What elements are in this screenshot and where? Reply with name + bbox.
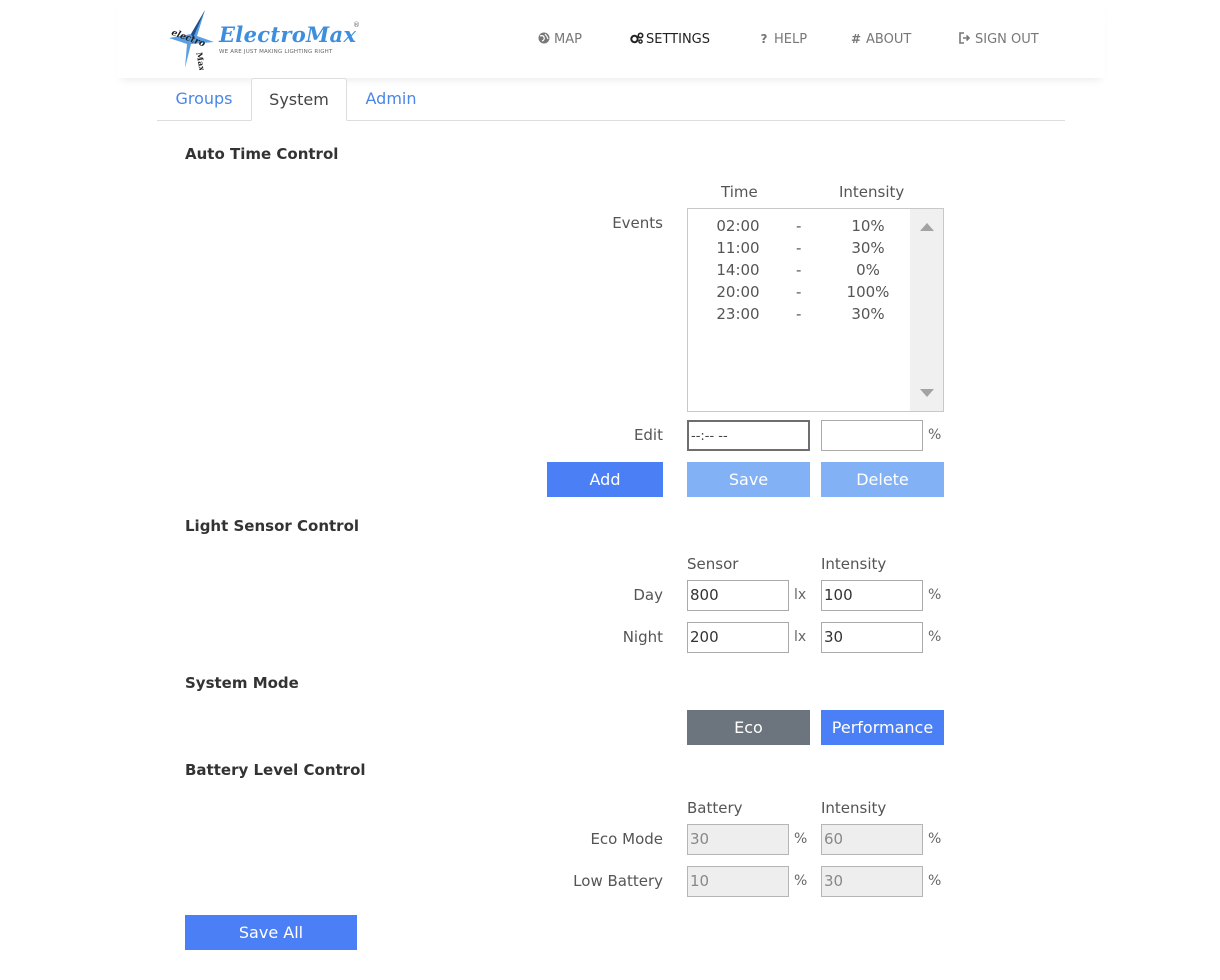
nav-map-label: MAP [554,31,582,47]
performance-mode-button[interactable]: Performance [821,710,944,745]
night-intensity-input[interactable]: 30 [821,622,923,653]
nav-sign-out-label: SIGN OUT [975,31,1039,47]
edit-time-input[interactable]: --:-- -- [687,420,810,451]
event-separator: - [796,305,802,323]
delete-event-button[interactable]: Delete [821,462,944,497]
save-event-button[interactable]: Save [687,462,810,497]
event-row[interactable]: 02:00 - 10% [688,217,910,239]
event-row[interactable]: 14:00 - 0% [688,261,910,283]
night-label: Night [622,628,663,646]
top-navbar: electro Max ElectroMax ® WE ARE JUST MAK… [117,0,1105,78]
event-intensity: 100% [846,283,890,301]
low-battery-label: Low Battery [573,872,663,890]
svg-text:Max: Max [194,51,207,70]
events-list: 02:00 - 10% 11:00 - 30% 14:00 - 0% 20:00 - 100% 23:0… [688,217,910,327]
settings-tabs: Groups System Admin [157,78,1065,121]
event-intensity: 30% [851,239,885,257]
nav-settings-label: SETTINGS [646,31,711,47]
battery-intensity-column-header: Intensity [821,799,887,817]
nav-about[interactable]: # ABOUT [850,30,911,48]
sign-out-icon [959,31,971,47]
event-time: 14:00 [716,261,760,279]
event-time: 23:00 [716,305,760,323]
event-intensity: 30% [851,305,885,323]
add-event-button[interactable]: Add [547,462,663,497]
tab-groups[interactable]: Groups [157,78,251,121]
gears-icon [630,31,644,47]
events-label: Events [612,214,663,232]
percent-unit: % [928,831,942,847]
intensity-column-header: Intensity [839,183,905,201]
event-separator: - [796,283,802,301]
light-sensor-title: Light Sensor Control [185,517,360,535]
night-sensor-input[interactable]: 200 [687,622,789,653]
auto-time-title: Auto Time Control [185,145,339,163]
brand-logo[interactable]: electro Max ElectroMax ® WE ARE JUST MAK… [167,8,367,70]
brand-tagline: WE ARE JUST MAKING LIGHTING RIGHT [219,49,333,55]
lux-unit: lx [794,587,807,603]
nav-sign-out[interactable]: SIGN OUT [959,30,1039,48]
day-intensity-input[interactable]: 100 [821,580,923,611]
registered-mark: ® [353,21,360,29]
question-icon: ? [760,32,768,46]
percent-unit: % [928,587,942,603]
nav-settings[interactable]: SETTINGS [630,30,710,48]
eco-intensity-input[interactable]: 60 [821,824,923,855]
nav-help-label: HELP [774,31,808,47]
low-intensity-input[interactable]: 30 [821,866,923,897]
event-separator: - [796,261,802,279]
scroll-up-icon[interactable] [920,223,934,231]
edit-label: Edit [633,426,663,444]
event-row[interactable]: 23:00 - 30% [688,305,910,327]
time-column-header: Time [721,183,758,201]
event-time: 20:00 [716,283,760,301]
percent-unit: % [928,427,942,443]
event-intensity: 10% [851,217,885,235]
tab-admin[interactable]: Admin [347,78,435,121]
save-all-button[interactable]: Save All [185,915,357,950]
event-intensity: 0% [856,261,880,279]
eco-battery-input[interactable]: 30 [687,824,789,855]
percent-unit: % [928,873,942,889]
eco-mode-button[interactable]: Eco [687,710,810,745]
hash-icon: # [850,32,862,46]
day-sensor-input[interactable]: 800 [687,580,789,611]
events-listbox[interactable]: 02:00 - 10% 11:00 - 30% 14:00 - 0% 20:00 - 100% 23:0… [687,208,944,412]
system-mode-title: System Mode [185,674,299,692]
logo-star-icon: electro Max [169,10,214,70]
event-time: 02:00 [716,217,760,235]
sensor-intensity-column-header: Intensity [821,555,887,573]
event-separator: - [796,217,802,235]
eco-mode-label: Eco Mode [590,830,663,848]
event-separator: - [796,239,802,257]
low-battery-input[interactable]: 10 [687,866,789,897]
events-scrollbar[interactable] [910,209,943,411]
event-time: 11:00 [716,239,760,257]
battery-level-title: Battery Level Control [185,761,366,779]
tab-system[interactable]: System [251,78,347,121]
edit-intensity-input[interactable] [821,420,923,451]
brand-name: ElectroMax [219,22,357,47]
lux-unit: lx [794,629,807,645]
event-row[interactable]: 11:00 - 30% [688,239,910,261]
globe-icon [538,32,550,47]
sensor-column-header: Sensor [687,555,739,573]
nav-help[interactable]: ? HELP [758,30,808,48]
event-row[interactable]: 20:00 - 100% [688,283,910,305]
percent-unit: % [794,831,808,847]
percent-unit: % [794,873,808,889]
scroll-down-icon[interactable] [920,389,934,397]
day-label: Day [633,586,663,604]
percent-unit: % [928,629,942,645]
nav-map[interactable]: MAP [538,30,582,48]
nav-about-label: ABOUT [866,31,912,47]
battery-column-header: Battery [687,799,743,817]
